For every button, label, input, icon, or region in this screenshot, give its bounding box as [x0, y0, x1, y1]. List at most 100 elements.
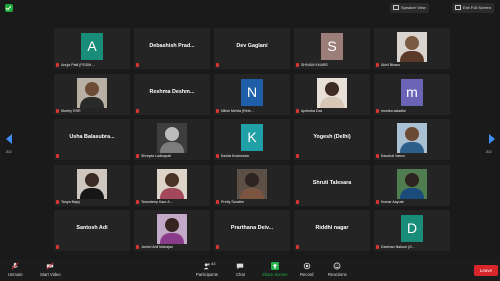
muted-microphone-icon — [296, 154, 299, 159]
participant-tile[interactable]: K Kavita Kushwaha — [214, 119, 290, 160]
participant-display-name: Debashish Prad... — [149, 43, 195, 49]
participant-name-label: Tarundeep Kaur A... — [136, 199, 173, 205]
participant-tile[interactable]: Akhil Bhanu — [374, 28, 450, 69]
muted-microphone-icon — [296, 109, 299, 114]
participant-name: Janhvi Anil Mahajan — [141, 245, 173, 249]
participant-tile[interactable]: D Darshan Nakum (G... — [374, 210, 450, 251]
photo-head — [85, 82, 99, 96]
participant-tile[interactable]: N Nitish Mehta (Rete... — [214, 74, 290, 115]
reactions-button[interactable]: Reactions — [328, 262, 347, 277]
photo-head — [165, 218, 179, 232]
participant-tile[interactable]: S SHIVAM KHARE — [294, 28, 370, 69]
participant-mute-status — [216, 244, 221, 250]
participants-count: 43 — [211, 261, 216, 266]
participant-tile[interactable]: Murthy RSR — [54, 74, 130, 115]
smiley-face-icon — [333, 262, 341, 270]
participant-tile[interactable]: Prarthana Deiv... — [214, 210, 290, 251]
participant-mute-status — [296, 244, 301, 250]
unmute-button[interactable]: Unmute — [8, 262, 23, 277]
photo-head — [405, 127, 419, 141]
participant-tile[interactable]: Shruti Talesara — [294, 165, 370, 206]
participant-tile[interactable]: Santosh Adi — [54, 210, 130, 251]
speaker-view-button[interactable]: Speaker View — [390, 3, 429, 13]
participant-mute-status — [136, 62, 141, 68]
participant-mute-status — [136, 108, 141, 114]
muted-microphone-icon — [56, 245, 59, 250]
page-indicator-left: 2/2 — [6, 149, 12, 154]
participant-name-label: Kaushal Varuni — [376, 153, 405, 159]
chat-button[interactable]: Chat — [236, 262, 245, 277]
participant-name: Akhil Bhanu — [381, 63, 401, 67]
participant-tile[interactable]: Apeksha Das — [294, 74, 370, 115]
participant-name: Tanya Bajaj — [61, 200, 80, 204]
photo-body — [80, 188, 104, 199]
participant-photo — [397, 32, 427, 62]
muted-microphone-icon — [296, 63, 299, 68]
participant-tile[interactable]: Shreyas Ladhapati — [134, 119, 210, 160]
participant-name-label: Akhil Bhanu — [376, 62, 400, 68]
top-bar: Speaker View Exit Full Screen — [0, 0, 500, 16]
muted-microphone-icon — [56, 200, 59, 205]
muted-microphone-icon — [216, 154, 219, 159]
participant-tile[interactable]: Tanya Bajaj — [54, 165, 130, 206]
participant-display-name: Reshma Deshm... — [149, 89, 195, 95]
next-page-arrow-icon[interactable] — [489, 134, 495, 144]
share-screen-button[interactable]: Share Screen — [262, 262, 288, 277]
participant-tile[interactable]: Debashish Prad... — [134, 28, 210, 69]
security-shield-icon[interactable] — [5, 4, 13, 12]
participant-tile[interactable]: Usha Balasubra... — [54, 119, 130, 160]
muted-microphone-icon — [56, 63, 59, 68]
participant-tile[interactable]: Pretty Sarathe — [214, 165, 290, 206]
participant-name: Kavita Kushwaha — [221, 154, 249, 158]
participant-avatar-initial: N — [241, 79, 263, 106]
page-indicator-right: 2/2 — [486, 149, 492, 154]
record-icon — [303, 262, 310, 270]
participant-name-label: Murthy RSR — [56, 108, 81, 114]
exit-full-screen-button[interactable]: Exit Full Screen — [452, 3, 495, 13]
muted-microphone-icon — [216, 245, 219, 250]
participant-name: Nitish Mehta (Rete... — [221, 109, 254, 113]
participant-tile[interactable]: Reshma Deshm... — [134, 74, 210, 115]
photo-head — [165, 127, 179, 141]
participant-tile[interactable]: Riddhi nagar — [294, 210, 370, 251]
muted-microphone-icon — [376, 200, 379, 205]
participant-name: Anuja Patil (PGDM ... — [61, 63, 96, 67]
muted-microphone-icon — [376, 154, 379, 159]
participant-name: Kaushal Varuni — [381, 154, 406, 158]
participant-tile[interactable]: Kumar Aayush — [374, 165, 450, 206]
participant-tile[interactable]: Dev Gaglani — [214, 28, 290, 69]
participant-name: Kumar Aayush — [381, 200, 405, 204]
muted-microphone-icon — [136, 245, 139, 250]
participant-tile[interactable]: A Anuja Patil (PGDM ... — [54, 28, 130, 69]
participant-display-name: Dev Gaglani — [236, 43, 268, 49]
participant-mute-status — [216, 62, 221, 68]
participant-tile[interactable]: Tarundeep Kaur A... — [134, 165, 210, 206]
participant-name-label: Nitish Mehta (Rete... — [216, 108, 254, 114]
meeting-toolbar: Unmute Start Video Participants 43 Chat … — [0, 259, 500, 281]
participant-tile[interactable]: Yogesh (Delhi) — [294, 119, 370, 160]
muted-microphone-icon — [216, 200, 219, 205]
participant-tile[interactable]: Janhvi Anil Mahajan — [134, 210, 210, 251]
start-video-button[interactable]: Start Video — [40, 262, 61, 277]
photo-head — [245, 173, 259, 187]
photo-body — [400, 51, 424, 62]
participant-name-label: Tanya Bajaj — [56, 199, 80, 205]
record-button[interactable]: Record — [300, 262, 314, 277]
participant-display-name: Usha Balasubra... — [69, 134, 115, 140]
photo-head — [405, 36, 419, 50]
exit-full-screen-icon — [455, 5, 461, 11]
participant-tile[interactable]: m monika saladke — [374, 74, 450, 115]
microphone-muted-icon — [11, 262, 19, 270]
participant-name: Murthy RSR — [61, 109, 81, 113]
previous-page-arrow-icon[interactable] — [6, 134, 12, 144]
participant-name: Pretty Sarathe — [221, 200, 244, 204]
leave-meeting-button[interactable]: Leave — [474, 265, 498, 276]
participants-icon — [203, 263, 210, 270]
participant-name: Apeksha Das — [301, 109, 323, 113]
participant-gallery: A Anuja Patil (PGDM ... Debashish Prad... D… — [54, 28, 450, 252]
photo-head — [325, 82, 339, 96]
participant-tile[interactable]: Kaushal Varuni — [374, 119, 450, 160]
participant-display-name: Prarthana Deiv... — [230, 225, 274, 231]
participant-display-name: Riddhi nagar — [315, 225, 349, 231]
participant-photo — [237, 169, 267, 199]
